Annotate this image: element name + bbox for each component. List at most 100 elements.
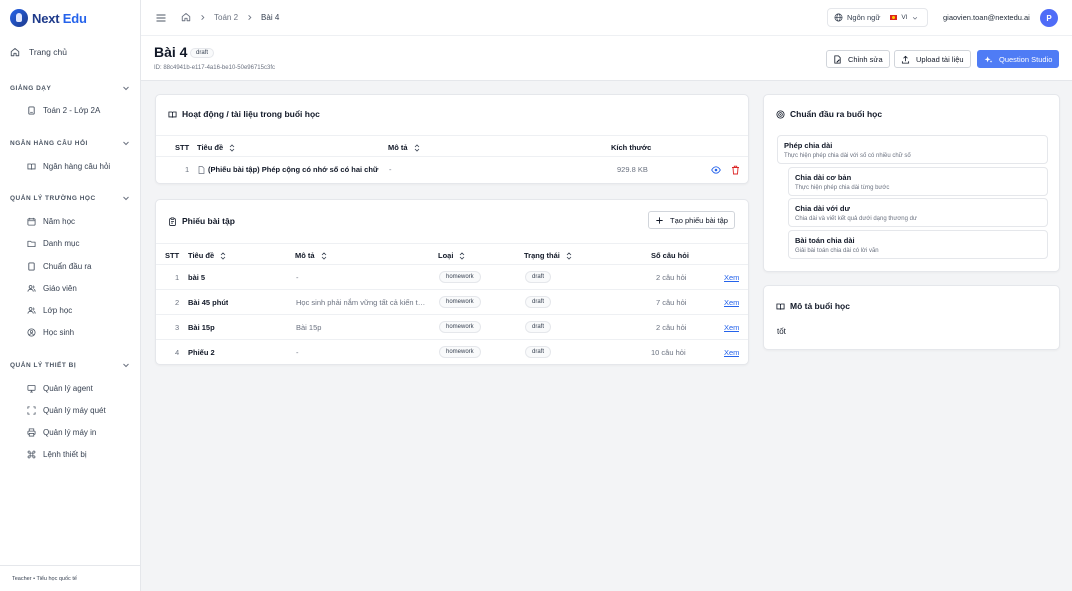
clipboard-icon	[169, 217, 176, 226]
user-email[interactable]: giaovien.toan@nextedu.ai	[943, 13, 1030, 22]
view-link[interactable]: Xem	[724, 348, 739, 357]
chevron-down-icon	[123, 86, 129, 91]
outcome-item[interactable]: Bài toán chia dài Giải bài toán chia dài…	[788, 230, 1048, 259]
brand-logo[interactable]: Next Edu	[10, 9, 87, 27]
sort-icon	[414, 143, 419, 152]
header-label: Số câu hỏi	[651, 251, 689, 260]
sidebar-item-label: Lớp học	[43, 306, 73, 315]
table-row[interactable]: 2 Bài 45 phút Học sinh phải nắm vững tất…	[156, 290, 748, 315]
edit-button[interactable]: Chỉnh sửa	[826, 50, 890, 68]
lesson-description-card: Mô tả buổi học tốt	[763, 285, 1060, 350]
create-worksheet-button[interactable]: Tạo phiếu bài tập	[648, 211, 735, 229]
sidebar-item-label: Chuẩn đầu ra	[43, 262, 92, 271]
sidebar-section-teaching[interactable]: GIẢNG DẠY	[10, 84, 130, 92]
sidebar-item-categories[interactable]: Danh mục	[27, 239, 79, 248]
section-label: GIẢNG DẠY	[10, 84, 52, 92]
chevron-right-icon	[248, 14, 252, 20]
home-icon[interactable]	[181, 12, 191, 22]
breadcrumb-course[interactable]: Toán 2	[214, 13, 238, 22]
outcome-item[interactable]: Chia dài với dư Chia dài và viết kết quả…	[788, 198, 1048, 227]
sparkles-icon	[984, 55, 993, 63]
column-type[interactable]: Loại	[438, 251, 465, 260]
row-stt: 2	[175, 298, 180, 307]
type-badge: homework	[439, 346, 481, 358]
sidebar-section-school[interactable]: QUẢN LÝ TRƯỜNG HỌC	[10, 194, 130, 202]
table-row[interactable]: 4 Phiếu 2 - homework draft 10 câu hỏi Xe…	[156, 340, 748, 365]
column-status[interactable]: Trạng thái	[524, 251, 572, 260]
row-description: -	[389, 165, 392, 174]
plus-icon	[656, 216, 663, 224]
sidebar-item-question-bank[interactable]: Ngân hàng câu hỏi	[27, 162, 110, 171]
page-title: Bài 4	[154, 44, 188, 60]
chevron-down-icon	[123, 141, 129, 146]
question-studio-button[interactable]: Question Studio	[977, 50, 1060, 68]
sidebar-item-label: Năm học	[43, 217, 76, 226]
sidebar-section-question-bank[interactable]: NGÂN HÀNG CÂU HỎI	[10, 139, 130, 147]
avatar[interactable]: P	[1040, 9, 1058, 27]
sidebar-item-label: Trang chủ	[29, 47, 67, 57]
table-row[interactable]: 3 Bài 15p Bài 15p homework draft 2 câu h…	[156, 315, 748, 340]
row-description: Học sinh phải nắm vững tất cả kiến thức	[296, 298, 428, 307]
sidebar-section-devices[interactable]: QUẢN LÝ THIẾT BỊ	[10, 361, 130, 369]
sidebar-item-label: Học sinh	[43, 328, 75, 337]
sidebar-footer: Teacher • Tiểu học quốc tế	[0, 565, 141, 582]
column-description[interactable]: Mô tả	[295, 251, 327, 260]
sidebar-item-scanners[interactable]: Quản lý máy quét	[27, 406, 106, 415]
upload-document-button[interactable]: Upload tài liệu	[894, 50, 971, 68]
outcome-description: Chia dài và viết kết quả dưới dạng thươn…	[795, 216, 917, 222]
sidebar-item-teachers[interactable]: Giáo viên	[27, 284, 77, 293]
sidebar-item-label: Quản lý agent	[43, 384, 93, 393]
table-row[interactable]: 1 (Phiếu bài tập) Phép cộng có nhớ số có…	[156, 157, 748, 182]
outcome-item[interactable]: Phép chia dài Thực hiện phép chia dài vớ…	[777, 135, 1048, 164]
row-stt: 4	[175, 348, 180, 357]
sidebar-item-home[interactable]: Trang chủ	[10, 47, 67, 57]
outcome-description: Giải bài toán chia dài có lời văn	[795, 248, 879, 254]
sidebar-item-school-year[interactable]: Năm học	[27, 217, 75, 226]
sort-icon	[566, 251, 572, 260]
sort-icon	[460, 251, 465, 260]
column-description[interactable]: Mô tả	[388, 143, 420, 152]
row-stt: 1	[185, 165, 190, 174]
sidebar-item-label: Quản lý máy in	[43, 428, 97, 437]
column-stt: STT	[165, 251, 179, 260]
sidebar-item-students[interactable]: Học sinh	[27, 328, 74, 337]
type-badge: homework	[439, 321, 481, 333]
sidebar-item-agents[interactable]: Quản lý agent	[27, 384, 93, 393]
sidebar-item-label: Quản lý máy quét	[43, 406, 106, 415]
sidebar-item-label: Lệnh thiết bị	[43, 450, 87, 459]
sidebar-item-learning-outcomes[interactable]: Chuẩn đầu ra	[27, 262, 91, 271]
card-header: Hoạt động / tài liệu trong buổi học	[168, 109, 320, 119]
row-stt: 1	[175, 273, 180, 282]
edit-button-label: Chỉnh sửa	[848, 54, 883, 64]
sidebar-item-printers[interactable]: Quản lý máy in	[27, 428, 96, 437]
trash-icon[interactable]	[731, 165, 740, 175]
sidebar-item-device-commands[interactable]: Lệnh thiết bị	[27, 450, 87, 459]
lesson-id: ID: 88c4941b-e117-4a16-be10-50e96715c3fc	[154, 65, 275, 71]
view-link[interactable]: Xem	[724, 298, 739, 307]
language-selector[interactable]: Ngôn ngữ VI	[827, 8, 928, 27]
command-icon	[27, 450, 36, 459]
view-link[interactable]: Xem	[724, 273, 739, 282]
header-label: STT	[165, 251, 180, 260]
sort-icon	[321, 251, 326, 260]
header-label: Loại	[438, 251, 454, 260]
view-link[interactable]: Xem	[724, 323, 739, 332]
column-title[interactable]: Tiêu đề	[188, 251, 226, 260]
sidebar-item-class-toan2[interactable]: Toán 2 - Lớp 2A	[27, 106, 100, 115]
home-icon	[10, 48, 20, 57]
column-title[interactable]: Tiêu đề	[197, 143, 235, 152]
eye-icon[interactable]	[711, 166, 721, 174]
section-label: NGÂN HÀNG CÂU HỎI	[10, 139, 88, 147]
row-question-count: 7 câu hỏi	[656, 298, 687, 307]
card-header: Chuẩn đầu ra buổi học	[776, 109, 882, 119]
table-row[interactable]: 1 bài 5 - homework draft 2 câu hỏi Xem	[156, 265, 748, 290]
sidebar-item-label: Giáo viên	[43, 284, 77, 293]
outcome-item[interactable]: Chia dài cơ bản Thực hiện phép chia dài …	[788, 167, 1048, 196]
menu-icon[interactable]	[155, 12, 167, 24]
status-badge: draft	[525, 346, 552, 358]
upload-button-label: Upload tài liệu	[916, 54, 964, 64]
row-question-count: 2 câu hỏi	[656, 323, 687, 332]
card-header: Phiếu bài tập	[168, 216, 235, 226]
sidebar-item-classes[interactable]: Lớp học	[27, 306, 72, 315]
header-label: Kích thước	[611, 143, 652, 152]
